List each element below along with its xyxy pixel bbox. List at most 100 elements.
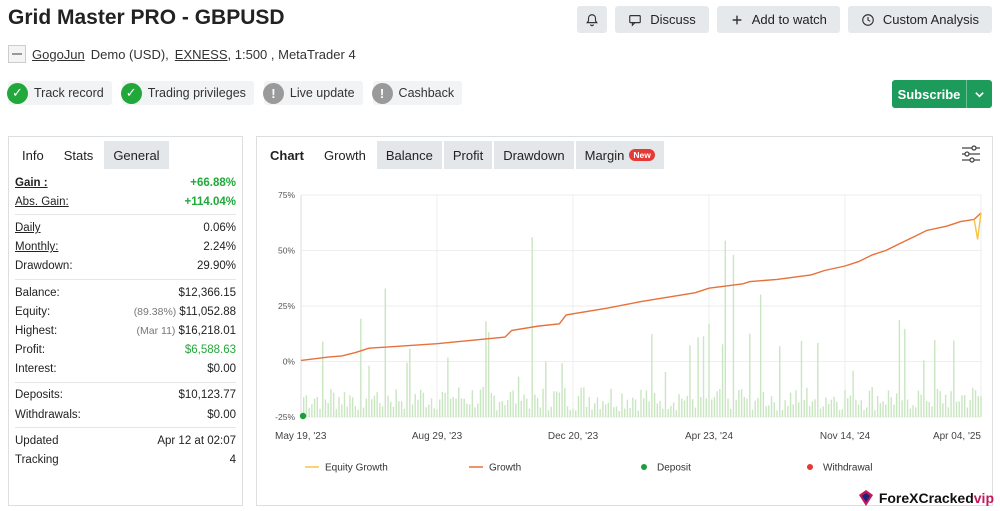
stat-value: $11,052.88	[179, 305, 236, 318]
profit-bar	[700, 397, 702, 417]
stat-value: 2.24%	[203, 241, 236, 254]
growth-chart[interactable]: 75% 50% 25% 0% -25% May 19, '23 Aug 29, '23 Dec…	[257, 177, 992, 505]
profit-bar	[754, 400, 756, 417]
stat-label[interactable]: Gain :	[15, 177, 48, 189]
custom-analysis-button[interactable]: Custom Analysis	[847, 6, 992, 33]
profit-bar	[422, 392, 425, 417]
tab-drawdown[interactable]: Drawdown	[494, 141, 574, 169]
profit-bar	[569, 409, 571, 417]
legend-label: Deposit	[657, 463, 691, 474]
profit-bar	[362, 407, 365, 417]
profit-bar	[520, 400, 522, 417]
profit-bar	[980, 396, 982, 417]
profit-bar	[487, 332, 490, 417]
x-tick-label: Aug 29, '23	[412, 431, 463, 442]
profit-bar	[795, 390, 797, 417]
profit-bar	[691, 399, 694, 417]
profit-bar	[447, 357, 449, 417]
profit-bar	[759, 294, 762, 417]
profit-bar	[664, 372, 667, 417]
watermark: ForeXCracked vip	[857, 489, 994, 507]
profit-bar	[819, 408, 822, 417]
tab-general[interactable]: General	[104, 141, 169, 169]
profit-bar	[915, 407, 917, 417]
profit-bar	[575, 410, 577, 417]
profit-bar	[640, 389, 642, 417]
discuss-button[interactable]: Discuss	[615, 6, 709, 33]
badge-track-record[interactable]: ✓ Track record	[7, 81, 112, 105]
profit-bar	[977, 396, 979, 417]
profit-bar	[599, 409, 601, 417]
broker-link[interactable]: EXNESS	[175, 47, 228, 62]
profit-bar	[308, 407, 310, 417]
notification-button[interactable]	[577, 6, 608, 33]
tab-stats[interactable]: Stats	[54, 141, 103, 169]
x-tick-label: Apr 23, '24	[685, 431, 733, 442]
stat-label: Equity:	[15, 305, 51, 318]
profit-bar	[561, 363, 563, 417]
stat-drawdown: Drawdown: 29.90%	[15, 257, 236, 276]
profit-bar	[433, 408, 435, 417]
bell-icon	[586, 13, 599, 26]
profit-bar	[683, 400, 686, 417]
tab-growth[interactable]: Growth	[314, 141, 375, 169]
tab-info[interactable]: Info	[13, 141, 53, 169]
profit-bar	[406, 362, 408, 417]
stat-value: +114.04%	[184, 195, 236, 208]
profit-bar	[430, 398, 433, 417]
profit-bar	[414, 394, 416, 417]
add-to-watch-button[interactable]: Add to watch	[716, 6, 840, 33]
author-link[interactable]: GogoJun	[32, 47, 85, 62]
profit-bar	[373, 395, 376, 417]
profit-bar	[439, 399, 441, 417]
tab-profit[interactable]: Profit	[443, 141, 493, 169]
legend-label: Growth	[489, 463, 521, 474]
profit-bar	[588, 397, 590, 417]
profit-bar	[830, 399, 833, 417]
account-meta: GogoJun Demo (USD), EXNESS , 1:500 , Met…	[8, 45, 356, 63]
stat-label[interactable]: Monthly:	[15, 241, 58, 253]
chevron-down-icon[interactable]	[966, 80, 992, 108]
profit-bar	[770, 396, 773, 417]
account-details: , 1:500 , MetaTrader 4	[227, 46, 356, 62]
profit-bar	[730, 408, 732, 417]
profit-bar	[670, 405, 672, 417]
profit-bar	[944, 394, 947, 417]
profit-bar	[354, 406, 357, 417]
divider	[15, 381, 236, 383]
profit-bar	[400, 401, 403, 417]
profit-bar	[466, 403, 468, 417]
profit-bar	[803, 399, 805, 417]
divider	[15, 278, 236, 280]
top-actions: Discuss Add to watch Custom Analysis	[577, 6, 992, 33]
stat-label[interactable]: Abs. Gain:	[15, 196, 69, 208]
badge-cashback[interactable]: ! Cashback	[371, 81, 463, 105]
profit-bar	[708, 323, 710, 417]
profit-bar	[360, 318, 362, 417]
tab-chart[interactable]: Chart	[261, 141, 313, 169]
tab-balance[interactable]: Balance	[376, 141, 442, 169]
profit-bar	[371, 399, 373, 417]
profit-bar	[602, 401, 604, 417]
stat-label: Updated	[15, 434, 59, 447]
growth-line	[300, 212, 982, 362]
profit-bar	[792, 404, 794, 417]
profit-bar	[327, 403, 329, 417]
profit-bar	[969, 400, 971, 417]
profit-bar	[545, 361, 547, 417]
profit-bar	[357, 409, 359, 417]
badge-trading-privileges[interactable]: ✓ Trading privileges	[120, 81, 254, 105]
check-icon: ✓	[7, 82, 28, 104]
profit-bar	[936, 388, 939, 417]
profit-bar	[681, 398, 683, 417]
tab-margin[interactable]: Margin New	[575, 141, 664, 169]
divider	[15, 427, 236, 429]
subscribe-button[interactable]: Subscribe	[892, 80, 992, 108]
badge-live-update[interactable]: ! Live update	[262, 81, 363, 105]
stat-label[interactable]: Daily	[15, 222, 41, 234]
stat-label: Tracking	[15, 454, 59, 467]
profit-bar	[580, 387, 582, 417]
profit-bar	[702, 336, 705, 417]
sliders-icon[interactable]	[960, 145, 982, 163]
profit-bar	[686, 395, 688, 417]
